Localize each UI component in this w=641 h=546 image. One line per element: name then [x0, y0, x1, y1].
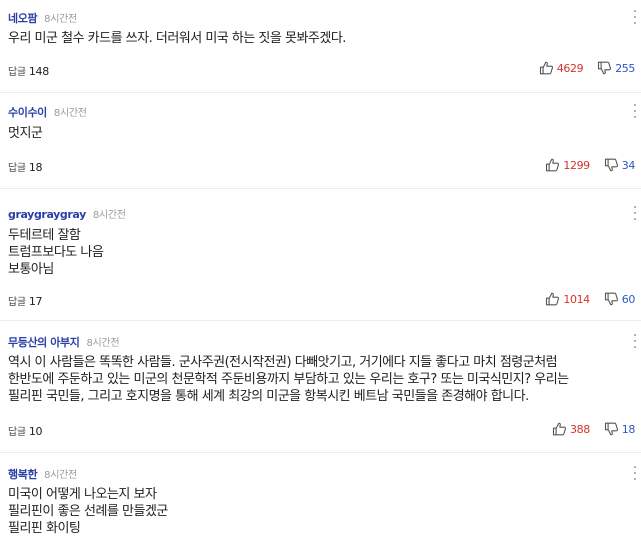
comment-header: 무등산의 아부지 8시간전 — [8, 333, 120, 349]
reply-button[interactable]: 답글 18 — [8, 161, 43, 175]
more-vertical-icon[interactable] — [633, 466, 637, 480]
comment-item: 무등산의 아부지 8시간전 역시 이 사람들은 똑똑한 사람들. 군사주권(전시작… — [0, 321, 641, 453]
dislike-count: 18 — [621, 422, 636, 436]
thumbs-up-icon — [546, 158, 560, 172]
comment-time: 8시간전 — [92, 210, 126, 221]
like-button[interactable]: 1299 — [545, 158, 590, 172]
comment-author[interactable]: 행복한 — [8, 468, 38, 481]
more-vertical-icon[interactable] — [633, 334, 637, 348]
more-vertical-icon[interactable] — [633, 104, 637, 118]
reply-label: 답글 — [8, 427, 26, 438]
comment-header: 행복한 8시간전 — [8, 465, 77, 481]
thumbs-down-icon — [598, 61, 612, 75]
comment-text: 두테르테 잘함 트럼프보다도 나음 보통아님 — [8, 227, 627, 278]
comment-text-line: 필리핀이 좋은 선례를 만들겠군 — [8, 504, 168, 519]
reply-count: 18 — [28, 161, 43, 174]
comment-author[interactable]: graygraygray — [8, 208, 86, 221]
comment-author[interactable]: 무등산의 아부지 — [8, 336, 80, 349]
reply-label: 답글 — [8, 163, 26, 174]
comment-text-line: 한반도에 주둔하고 있는 미군의 천문학적 주둔비용까지 부담하고 있는 우리는… — [8, 372, 569, 387]
more-vertical-icon[interactable] — [633, 206, 637, 220]
vote-group: 4629 255 — [539, 59, 635, 77]
dislike-count: 34 — [621, 158, 636, 172]
reply-count: 148 — [28, 65, 49, 78]
vote-group: 388 18 — [552, 420, 635, 438]
thumbs-up-icon — [539, 61, 553, 75]
like-count: 1299 — [563, 158, 590, 172]
thumbs-up-icon — [546, 292, 560, 306]
reply-count: 17 — [28, 295, 43, 308]
vote-group: 1014 60 — [545, 290, 635, 308]
thumbs-down-icon — [604, 292, 618, 306]
comment-text: 미국이 어떻게 나오는지 보자 필리핀이 좋은 선례를 만들겠군 필리핀 화이팅 — [8, 486, 627, 537]
comment-text: 멋지군 — [8, 125, 627, 142]
like-count: 1014 — [563, 292, 590, 306]
comment-text-line: 필리핀 화이팅 — [8, 521, 81, 536]
dislike-count: 255 — [615, 61, 635, 75]
like-button[interactable]: 1014 — [545, 292, 590, 306]
comment-time: 8시간전 — [53, 108, 87, 119]
more-vertical-icon[interactable] — [633, 10, 637, 24]
reply-count: 10 — [28, 425, 43, 438]
comment-text-line: 역시 이 사람들은 똑똑한 사람들. 군사주권(전시작전권) 다빼앗기고, 거기… — [8, 355, 558, 370]
vote-group: 1299 34 — [545, 156, 635, 174]
comment-time: 8시간전 — [44, 470, 77, 481]
comment-item: 행복한 8시간전 미국이 어떻게 나오는지 보자 필리핀이 좋은 선례를 만들겠군… — [0, 453, 641, 546]
comment-text-line: 미국이 어떻게 나오는지 보자 — [8, 487, 157, 502]
dislike-button[interactable]: 60 — [604, 292, 635, 306]
comment-item: 네오팜 8시간전 우리 미군 철수 카드를 쓰자. 더러워서 미국 하는 짓을 못… — [0, 0, 641, 93]
comment-author[interactable]: 수이수이 — [8, 106, 47, 119]
comment-time: 8시간전 — [86, 338, 120, 349]
comment-text-line: 트럼프보다도 나음 — [8, 245, 104, 260]
like-button[interactable]: 4629 — [539, 61, 584, 75]
reply-button[interactable]: 답글 17 — [8, 295, 43, 309]
comment-item: graygraygray 8시간전 두테르테 잘함 트럼프보다도 나음 보통아님 … — [0, 189, 641, 321]
dislike-button[interactable]: 255 — [597, 61, 635, 75]
reply-label: 답글 — [8, 297, 26, 308]
comment-header: graygraygray 8시간전 — [8, 205, 126, 221]
reply-button[interactable]: 답글 148 — [8, 65, 49, 79]
thumbs-down-icon — [604, 422, 618, 436]
comment-text-line: 멋지군 — [8, 126, 43, 141]
comment-text-line: 두테르테 잘함 — [8, 228, 81, 243]
thumbs-down-icon — [604, 158, 618, 172]
dislike-button[interactable]: 18 — [604, 422, 635, 436]
comment-text-line: 우리 미군 철수 카드를 쓰자. 더러워서 미국 하는 짓을 못봐주겠다. — [8, 31, 346, 46]
reply-button[interactable]: 답글 10 — [8, 425, 43, 439]
comment-author[interactable]: 네오팜 — [8, 12, 38, 25]
comment-header: 네오팜 8시간전 — [8, 9, 77, 25]
comment-time: 8시간전 — [44, 14, 77, 25]
comment-text-line: 보통아님 — [8, 262, 54, 277]
like-count: 4629 — [556, 61, 584, 75]
comment-list: 네오팜 8시간전 우리 미군 철수 카드를 쓰자. 더러워서 미국 하는 짓을 못… — [0, 0, 641, 546]
comment-text: 역시 이 사람들은 똑똑한 사람들. 군사주권(전시작전권) 다빼앗기고, 거기… — [8, 354, 627, 405]
comment-header: 수이수이 8시간전 — [8, 103, 87, 119]
comment-item: 수이수이 8시간전 멋지군 답글 18 1299 34 — [0, 93, 641, 189]
like-count: 388 — [570, 422, 590, 436]
comment-text: 우리 미군 철수 카드를 쓰자. 더러워서 미국 하는 짓을 못봐주겠다. — [8, 30, 627, 47]
dislike-count: 60 — [621, 292, 636, 306]
dislike-button[interactable]: 34 — [604, 158, 635, 172]
thumbs-up-icon — [552, 422, 567, 436]
like-button[interactable]: 388 — [552, 422, 590, 436]
reply-label: 답글 — [8, 67, 26, 78]
comment-text-line: 필리핀 국민들, 그리고 호지명을 통해 세계 최강의 미군을 항복시킨 베트남… — [8, 389, 529, 404]
